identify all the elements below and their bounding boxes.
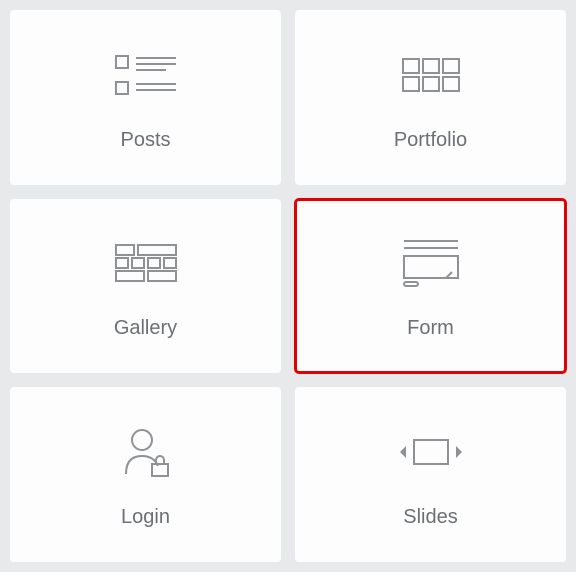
tile-grid: Posts Portfolio (10, 10, 566, 562)
tile-login[interactable]: Login (10, 387, 281, 562)
posts-icon (114, 43, 178, 107)
tile-posts[interactable]: Posts (10, 10, 281, 185)
tile-label: Slides (403, 506, 457, 529)
form-icon (400, 231, 462, 295)
tile-label: Gallery (114, 317, 177, 340)
tile-gallery[interactable]: Gallery (10, 199, 281, 374)
tile-label: Posts (120, 129, 170, 152)
tile-form[interactable]: Form (295, 199, 566, 374)
login-icon (120, 420, 172, 484)
tile-slides[interactable]: Slides (295, 387, 566, 562)
tile-label: Form (407, 317, 454, 340)
tile-portfolio[interactable]: Portfolio (295, 10, 566, 185)
gallery-icon (114, 231, 178, 295)
slides-icon (396, 420, 466, 484)
tile-label: Portfolio (394, 129, 467, 152)
tile-label: Login (121, 506, 170, 529)
portfolio-icon (401, 43, 461, 107)
